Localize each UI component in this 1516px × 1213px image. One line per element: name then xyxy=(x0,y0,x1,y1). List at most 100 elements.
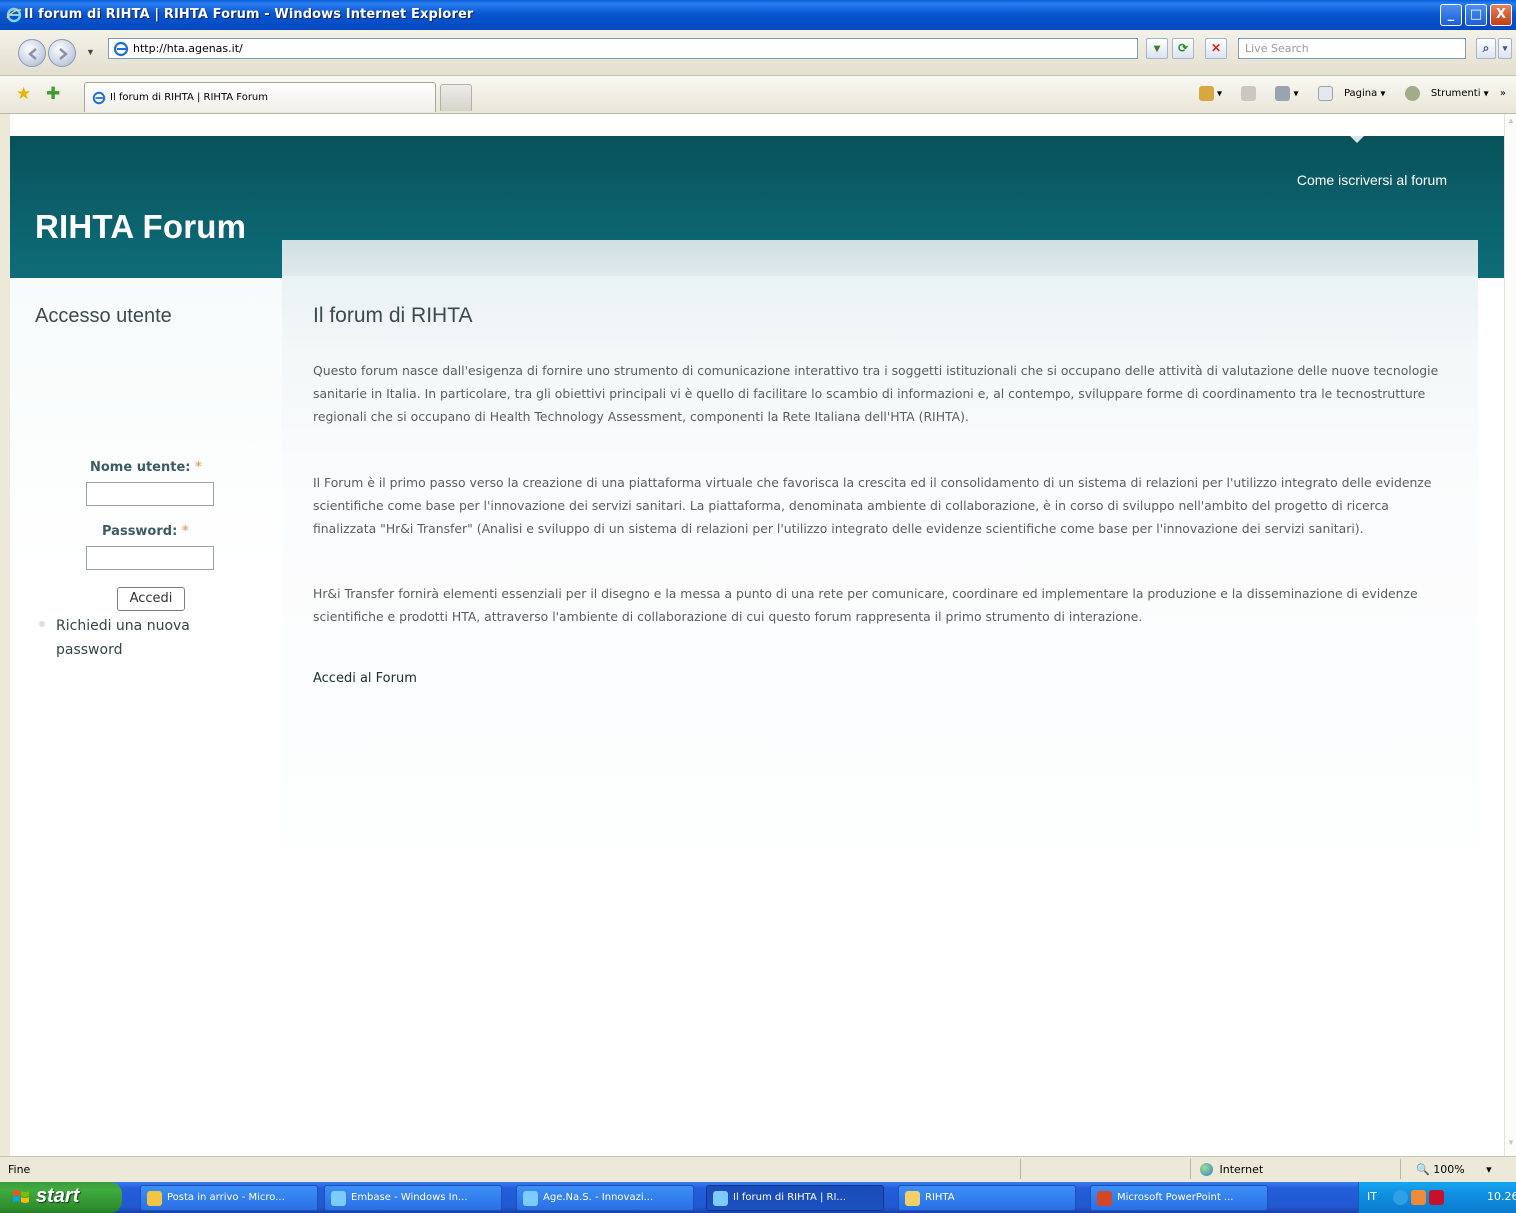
tab-page-icon xyxy=(92,91,106,105)
status-text: Fine xyxy=(8,1163,31,1176)
ie-icon xyxy=(713,1191,728,1206)
zoom-dropdown-icon[interactable]: ▾ xyxy=(1486,1163,1492,1176)
status-separator xyxy=(1190,1159,1191,1179)
powerpoint-icon xyxy=(1097,1191,1112,1206)
taskbar-item-powerpoint[interactable]: Microsoft PowerPoint ... xyxy=(1090,1185,1268,1211)
zone-label: Internet xyxy=(1219,1162,1264,1176)
new-tab-button[interactable] xyxy=(440,84,472,111)
taskbar-item-label: Microsoft PowerPoint ... xyxy=(1117,1192,1234,1203)
paragraph-forum: Il Forum è il primo passo verso la creaz… xyxy=(313,475,1432,536)
home-icon[interactable]: ▾ xyxy=(1191,86,1222,101)
taskbar-item-label: Embase - Windows In... xyxy=(351,1192,468,1203)
content-top-band xyxy=(282,240,1478,276)
live-search-input[interactable]: Live Search xyxy=(1238,38,1466,59)
security-zone: Internet xyxy=(1200,1162,1263,1176)
language-indicator[interactable]: IT xyxy=(1367,1190,1377,1203)
page-icon xyxy=(1317,86,1333,101)
search-icon[interactable]: ⌕ xyxy=(1476,38,1496,59)
back-arrow-icon xyxy=(28,48,37,60)
taskbar-item-label: RIHTA xyxy=(925,1192,955,1203)
windows-taskbar: start Posta in arrivo - Micro... Embase … xyxy=(0,1182,1516,1213)
window-titlebar: Il forum di RIHTA | RIHTA Forum - Window… xyxy=(0,0,1516,30)
taskbar-item-label: Il forum di RIHTA | RI... xyxy=(733,1192,846,1203)
forward-button[interactable] xyxy=(48,39,76,67)
security-shield-icon[interactable] xyxy=(1411,1190,1426,1205)
globe-icon xyxy=(1200,1162,1213,1176)
clock: 10.26 xyxy=(1487,1190,1516,1203)
username-label-text: Nome utente: xyxy=(90,460,191,475)
gear-icon xyxy=(1404,86,1420,101)
taskbar-item-rihta-folder[interactable]: RIHTA xyxy=(898,1185,1076,1211)
site-name[interactable]: RIHTA Forum xyxy=(35,208,246,246)
outlook-icon xyxy=(147,1191,162,1206)
status-bar: Fine Internet 🔍 100% ▾ xyxy=(0,1156,1516,1182)
toolbar-overflow[interactable]: » xyxy=(1500,88,1506,99)
zoom-control[interactable]: 🔍 100% ▾ xyxy=(1416,1163,1492,1176)
back-button[interactable] xyxy=(18,39,46,67)
page-menu[interactable]: Pagina ▾ xyxy=(1310,86,1385,101)
login-block-title: Accesso utente xyxy=(35,305,172,327)
list-bullet xyxy=(39,621,45,627)
sidebar: Accesso utente Nome utente: * Password: … xyxy=(10,278,282,1156)
username-field[interactable] xyxy=(86,482,214,506)
password-label: Password: * xyxy=(102,524,189,539)
internet-explorer-icon xyxy=(6,7,22,23)
paragraph-transfer: Hr&i Transfer fornirà elementi essenzial… xyxy=(313,586,1418,624)
recent-pages-dropdown-icon[interactable]: ▼ xyxy=(86,47,95,57)
taskbar-item-outlook[interactable]: Posta in arrivo - Micro... xyxy=(140,1185,318,1211)
scroll-up-icon[interactable]: ▲ xyxy=(1506,116,1516,130)
stop-icon[interactable]: ✕ xyxy=(1205,38,1227,59)
ie-page-icon xyxy=(113,41,129,57)
address-field[interactable]: http://hta.agenas.it/ xyxy=(108,38,1138,59)
network-icon[interactable] xyxy=(1393,1190,1408,1205)
tab-active[interactable]: Il forum di RIHTA | RIHTA Forum xyxy=(84,82,436,112)
favorites-star-icon[interactable]: ★ xyxy=(16,84,31,104)
access-forum-link[interactable]: Accedi al Forum xyxy=(313,671,417,686)
address-toolbar: ▼ http://hta.agenas.it/ ▾ ⟳ ✕ Live Searc… xyxy=(0,30,1516,76)
tools-menu[interactable]: Strumenti ▾ xyxy=(1397,86,1489,101)
add-favorites-icon[interactable]: ✚ xyxy=(46,84,60,104)
taskbar-item-embase[interactable]: Embase - Windows In... xyxy=(324,1185,502,1211)
page-menu-label: Pagina xyxy=(1343,88,1378,99)
vertical-scrollbar[interactable]: ▲ ▼ xyxy=(1504,114,1516,1156)
folder-icon xyxy=(905,1191,920,1206)
command-bar: ▾ ▾ Pagina ▾ Strumenti ▾ » xyxy=(1183,86,1506,106)
minimize-button[interactable]: _ xyxy=(1440,4,1462,26)
maximize-button[interactable]: □ xyxy=(1465,4,1487,26)
required-marker: * xyxy=(195,460,202,475)
request-password-link[interactable]: Richiedi una nuova password xyxy=(56,614,236,662)
how-to-register-link[interactable]: Come iscriversi al forum xyxy=(1297,172,1447,188)
refresh-icon[interactable]: ⟳ xyxy=(1172,38,1194,59)
print-icon[interactable]: ▾ xyxy=(1267,86,1299,101)
zoom-level: 100% xyxy=(1433,1163,1465,1176)
password-label-text: Password: xyxy=(102,524,178,539)
taskbar-item-rihta-forum[interactable]: Il forum di RIHTA | RI... xyxy=(706,1185,884,1211)
forward-arrow-icon xyxy=(59,48,68,60)
page-viewport: RIHTA Forum Come iscriversi al forum Acc… xyxy=(10,114,1504,1156)
address-url: http://hta.agenas.it/ xyxy=(133,42,243,55)
taskbar-item-agenas[interactable]: Age.Na.S. - Innovazi... xyxy=(516,1185,694,1211)
scroll-down-icon[interactable]: ▼ xyxy=(1506,1138,1516,1152)
status-separator xyxy=(1020,1159,1021,1179)
username-label: Nome utente: * xyxy=(90,460,202,475)
close-button[interactable]: X xyxy=(1490,4,1512,26)
taskbar-item-label: Age.Na.S. - Innovazi... xyxy=(543,1192,654,1203)
address-dropdown-button[interactable]: ▾ xyxy=(1146,38,1168,59)
window-title: Il forum di RIHTA | RIHTA Forum - Window… xyxy=(24,7,474,22)
tab-label: Il forum di RIHTA | RIHTA Forum xyxy=(110,92,269,103)
tab-toolbar: ★ ✚ Il forum di RIHTA | RIHTA Forum ▾ ▾ … xyxy=(0,76,1516,114)
start-label: start xyxy=(36,1185,80,1207)
windows-flag-icon xyxy=(13,1190,29,1203)
taskbar-item-label: Posta in arrivo - Micro... xyxy=(167,1192,285,1203)
paragraph-intro: Questo forum nasce dall'esigenza di forn… xyxy=(313,363,1439,424)
feeds-icon[interactable] xyxy=(1233,86,1257,101)
start-button[interactable]: start xyxy=(0,1182,122,1213)
tools-menu-label: Strumenti xyxy=(1430,88,1481,99)
antivirus-icon[interactable] xyxy=(1429,1190,1444,1205)
password-field[interactable] xyxy=(86,546,214,570)
search-options-icon[interactable]: ▾ xyxy=(1498,38,1512,59)
system-tray: IT 10.26 xyxy=(1358,1182,1516,1213)
status-separator xyxy=(1400,1159,1401,1179)
login-button[interactable]: Accedi xyxy=(117,587,185,611)
header-menu-marker xyxy=(1350,136,1364,143)
